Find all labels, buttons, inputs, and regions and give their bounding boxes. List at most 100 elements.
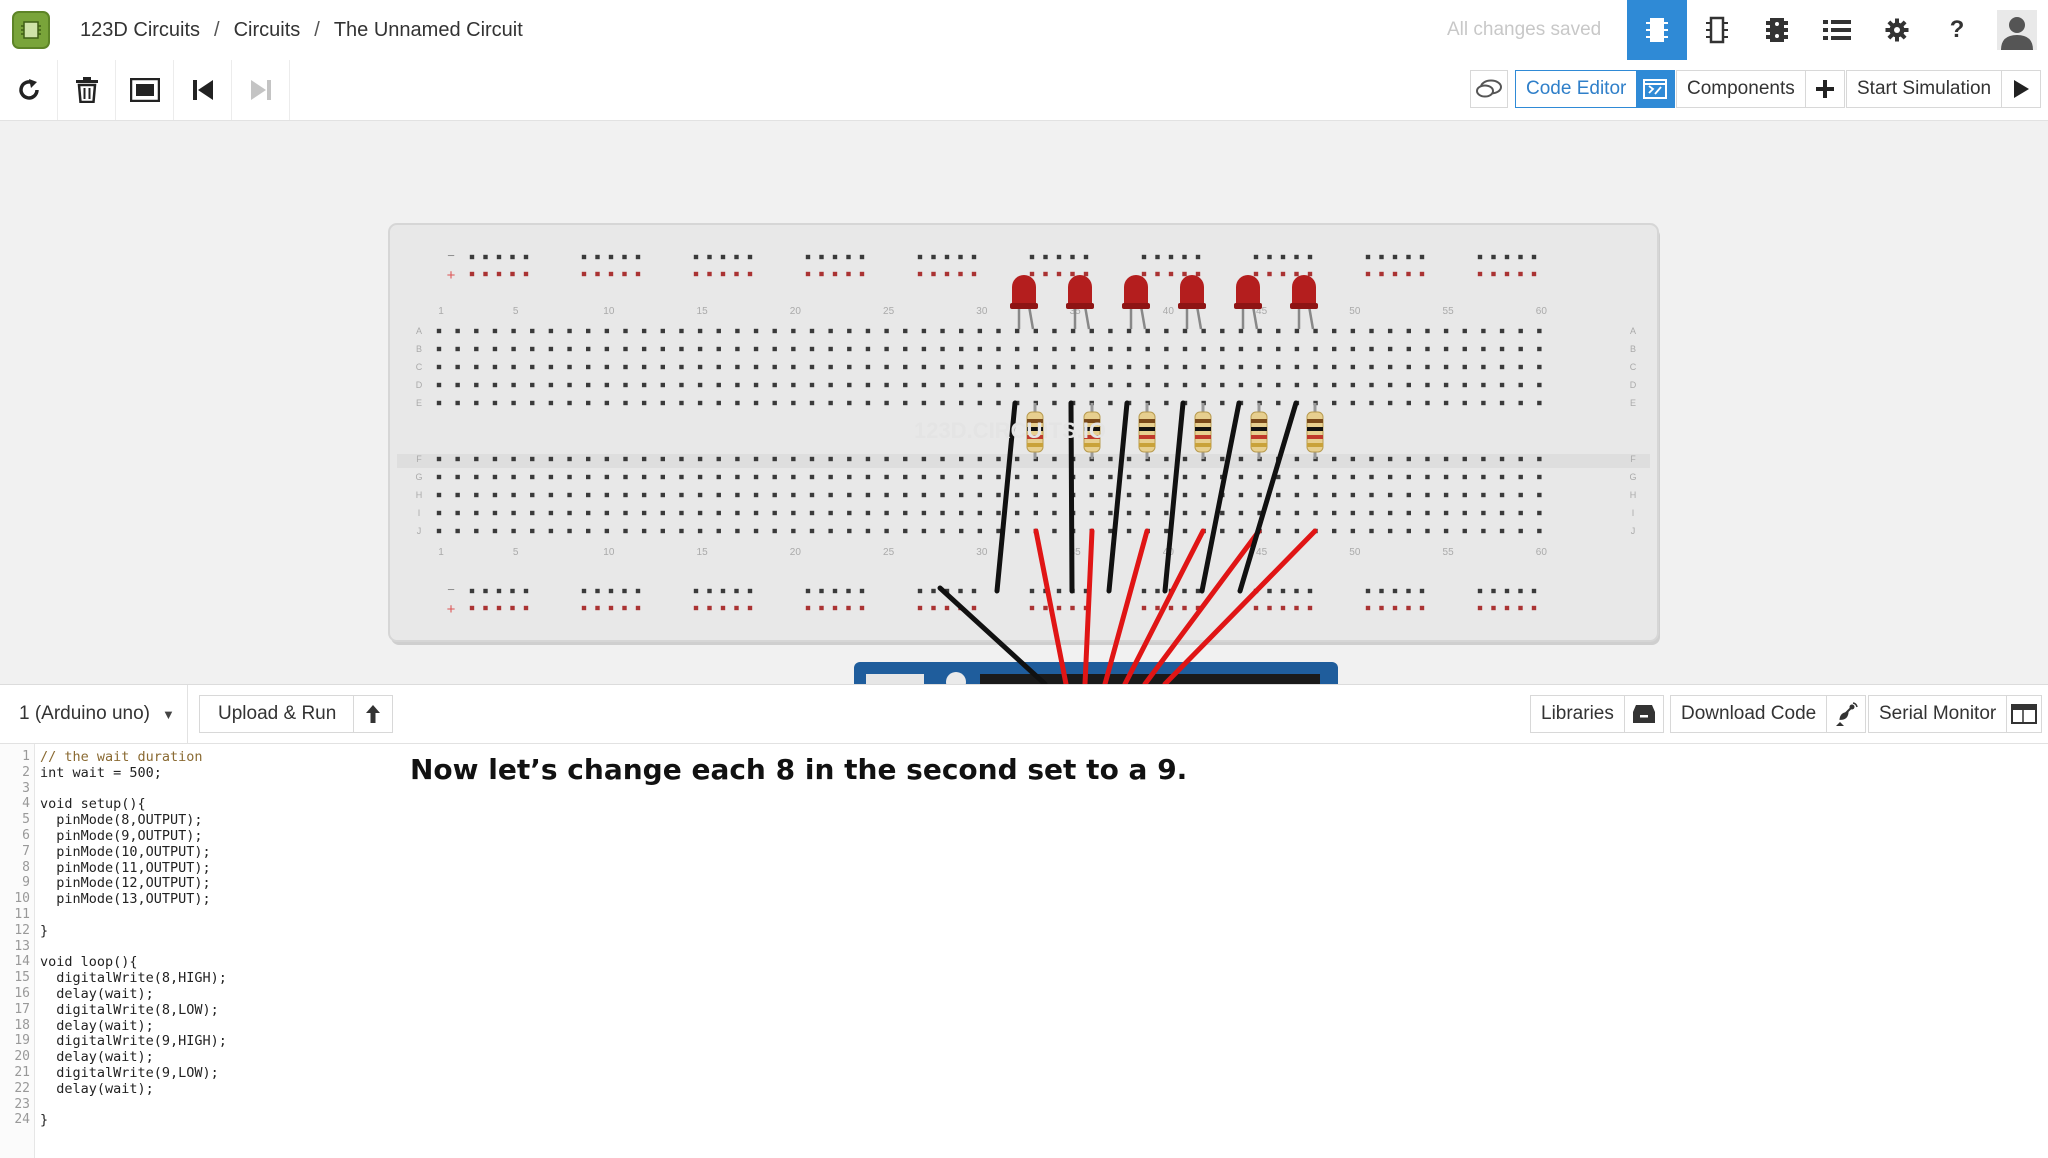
breadboard-hole bbox=[1332, 400, 1337, 406]
breadboard-hole bbox=[492, 382, 498, 388]
code-line[interactable]: delay(wait); bbox=[40, 986, 154, 1002]
rail-hole bbox=[720, 588, 726, 594]
rail-hole bbox=[693, 254, 699, 260]
led-rim bbox=[1234, 303, 1262, 309]
code-editor[interactable]: 1 2 3 4 5 6 7 8 9 10 11 12 13 14 15 16 17 18 19 20 21 22 23 24 … bbox=[0, 744, 2048, 1158]
breadboard-hole bbox=[623, 492, 628, 498]
components-button[interactable]: Components bbox=[1676, 70, 1845, 108]
comment-toggle-icon[interactable] bbox=[1470, 70, 1508, 108]
breadboard-hole bbox=[623, 474, 628, 480]
code-line[interactable]: delay(wait); bbox=[40, 1049, 154, 1065]
breadboard-hole bbox=[1537, 510, 1542, 516]
rail-hole bbox=[1253, 605, 1259, 611]
breadboard-hole bbox=[828, 382, 833, 388]
code-line[interactable]: digitalWrite(9,LOW); bbox=[40, 1065, 219, 1081]
code-line[interactable]: delay(wait); bbox=[40, 1081, 154, 1097]
breadboard-hole bbox=[530, 328, 535, 334]
user-avatar-icon[interactable] bbox=[1987, 0, 2047, 60]
code-line[interactable]: void setup(){ bbox=[40, 796, 146, 812]
code-line[interactable]: digitalWrite(8,LOW); bbox=[40, 1002, 219, 1018]
libraries-button[interactable]: Libraries bbox=[1530, 695, 1664, 733]
rail-hole bbox=[1531, 588, 1537, 594]
breadboard-hole bbox=[1481, 510, 1486, 516]
breadboard-hole bbox=[1499, 328, 1505, 334]
column-number: 10 bbox=[603, 547, 615, 558]
breadboard-view-icon[interactable] bbox=[1627, 0, 1687, 60]
breadboard-hole bbox=[1481, 382, 1486, 388]
rotate-icon[interactable] bbox=[0, 60, 58, 120]
breadboard-hole bbox=[1537, 400, 1542, 406]
start-simulation-button[interactable]: Start Simulation bbox=[1846, 70, 2042, 108]
rail-hole bbox=[1294, 254, 1299, 260]
gear-icon[interactable] bbox=[1867, 0, 1927, 60]
code-line[interactable]: digitalWrite(9,HIGH); bbox=[40, 1033, 227, 1049]
arduino-board[interactable] bbox=[854, 662, 1338, 684]
breadboard-hole bbox=[1332, 474, 1337, 480]
rail-hole bbox=[1491, 254, 1496, 260]
circuit-title[interactable]: The Unnamed Circuit bbox=[334, 19, 523, 41]
app-logo-icon[interactable] bbox=[12, 11, 50, 49]
breadboard-hole bbox=[1201, 510, 1206, 516]
column-number: 20 bbox=[790, 547, 802, 558]
breadcrumb: 123D Circuits / Circuits / The Unnamed Circu… bbox=[80, 19, 523, 42]
help-icon[interactable]: ? bbox=[1927, 0, 1987, 60]
code-line[interactable]: pinMode(10,OUTPUT); bbox=[40, 844, 210, 860]
breadboard-hole bbox=[604, 510, 610, 516]
upload-run-button[interactable]: Upload & Run bbox=[199, 695, 394, 733]
breadboard-hole bbox=[1108, 382, 1113, 388]
board-select-dropdown[interactable]: 1 (Arduino uno) ▼ bbox=[0, 685, 188, 743]
code-line[interactable]: } bbox=[40, 923, 48, 939]
breadboard-hole bbox=[865, 528, 871, 534]
step-forward-icon[interactable] bbox=[232, 60, 290, 120]
download-code-button[interactable]: Download Code bbox=[1670, 695, 1867, 733]
rail-hole bbox=[1267, 588, 1272, 594]
row-letter: E bbox=[1630, 398, 1636, 408]
code-line[interactable]: pinMode(13,OUTPUT); bbox=[40, 891, 210, 907]
delete-icon[interactable] bbox=[58, 60, 116, 120]
breadboard-hole bbox=[530, 492, 535, 498]
circuit-canvas[interactable]: −+−+115510101515202025253030353540404545… bbox=[0, 121, 2048, 684]
breadboard-hole bbox=[1387, 382, 1393, 388]
list-icon[interactable] bbox=[1807, 0, 1867, 60]
breadboard-hole bbox=[679, 400, 684, 406]
step-back-icon[interactable] bbox=[174, 60, 232, 120]
code-line[interactable]: pinMode(9,OUTPUT); bbox=[40, 828, 202, 844]
code-line[interactable]: } bbox=[40, 1112, 48, 1128]
breadboard-hole bbox=[1332, 346, 1337, 352]
breadboard-hole bbox=[1406, 328, 1411, 334]
code-line[interactable]: pinMode(8,OUTPUT); bbox=[40, 812, 202, 828]
breadboard-hole bbox=[847, 382, 852, 388]
breadboard-hole bbox=[1126, 492, 1132, 498]
breadboard-hole bbox=[679, 346, 684, 352]
fit-to-screen-icon[interactable] bbox=[116, 60, 174, 120]
code-line[interactable]: pinMode(11,OUTPUT); bbox=[40, 860, 210, 876]
code-editor-button[interactable]: Code Editor bbox=[1515, 70, 1676, 108]
breadboard-hole bbox=[1518, 510, 1523, 516]
breadcrumb-home-link[interactable]: 123D Circuits bbox=[80, 19, 200, 41]
breadboard-hole bbox=[940, 346, 945, 352]
serial-monitor-button[interactable]: Serial Monitor bbox=[1868, 695, 2043, 733]
breadcrumb-circuits-link[interactable]: Circuits bbox=[234, 19, 301, 41]
breadboard-hole bbox=[548, 474, 554, 480]
breadboard-hole bbox=[1238, 510, 1244, 516]
row-letter: H bbox=[416, 490, 423, 500]
column-number: 10 bbox=[603, 306, 615, 317]
code-line[interactable]: pinMode(12,OUTPUT); bbox=[40, 875, 210, 891]
code-line[interactable]: digitalWrite(8,HIGH); bbox=[40, 970, 227, 986]
breadboard-hole bbox=[641, 382, 647, 388]
rail-hole bbox=[1379, 588, 1384, 594]
resistor-band bbox=[1139, 419, 1155, 423]
rail-hole bbox=[747, 605, 753, 611]
breadboard-hole bbox=[1518, 364, 1523, 370]
row-letter: A bbox=[416, 326, 422, 336]
code-line[interactable]: delay(wait); bbox=[40, 1018, 154, 1034]
pcb-view-icon[interactable] bbox=[1747, 0, 1807, 60]
schematic-view-icon[interactable] bbox=[1687, 0, 1747, 60]
breadboard-hole bbox=[828, 456, 833, 462]
breadboard-hole bbox=[474, 328, 479, 334]
code-line[interactable]: int wait = 500; bbox=[40, 765, 162, 781]
breadboard-hole bbox=[511, 346, 516, 352]
code-line[interactable]: // the wait duration bbox=[40, 749, 203, 765]
code-line[interactable]: void loop(){ bbox=[40, 954, 138, 970]
breadboard-hole bbox=[660, 382, 665, 388]
